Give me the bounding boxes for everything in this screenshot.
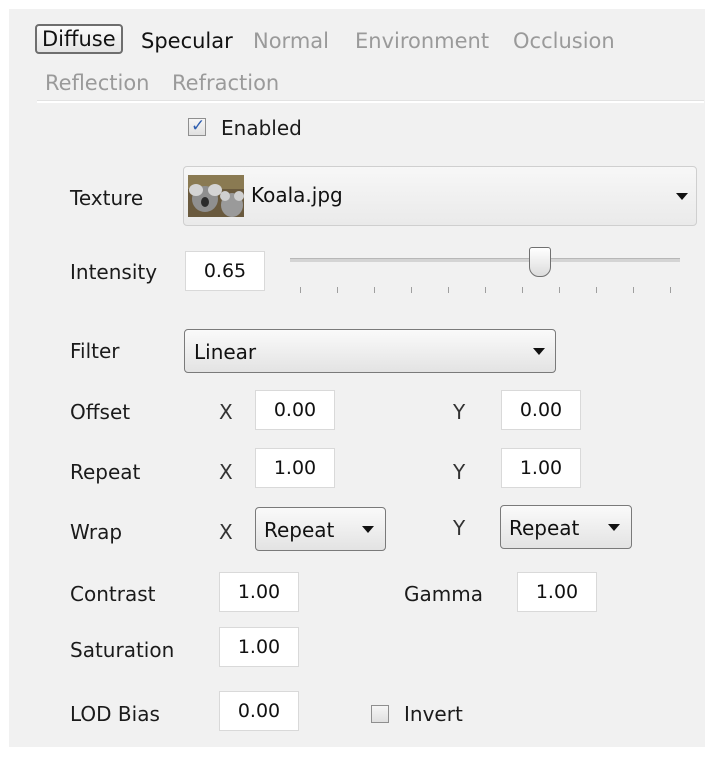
wrap-x-value: Repeat bbox=[264, 518, 335, 542]
filter-value: Linear bbox=[194, 340, 257, 364]
texture-label: Texture bbox=[70, 186, 144, 210]
repeat-x-field[interactable]: 1.00 bbox=[255, 448, 335, 488]
repeat-y-field[interactable]: 1.00 bbox=[501, 448, 581, 488]
tab-diffuse[interactable]: Diffuse bbox=[35, 24, 123, 54]
wrap-y-dropdown[interactable]: Repeat bbox=[500, 505, 632, 549]
gamma-field[interactable]: 1.00 bbox=[517, 572, 597, 612]
contrast-field[interactable]: 1.00 bbox=[219, 572, 299, 612]
intensity-label: Intensity bbox=[70, 260, 158, 284]
slider-tick bbox=[485, 287, 486, 293]
slider-tick bbox=[374, 287, 375, 293]
slider-tick bbox=[522, 287, 523, 293]
texture-dropdown[interactable]: Koala.jpg bbox=[183, 166, 697, 226]
offset-x-label: X bbox=[219, 400, 233, 424]
slider-tick bbox=[300, 287, 301, 293]
slider-tick bbox=[411, 287, 412, 293]
saturation-field[interactable]: 1.00 bbox=[219, 627, 299, 667]
lod-bias-field[interactable]: 0.00 bbox=[219, 691, 299, 731]
enabled-label: Enabled bbox=[221, 116, 302, 140]
check-icon: ✓ bbox=[191, 116, 206, 136]
gamma-label: Gamma bbox=[404, 582, 483, 606]
lod-bias-label: LOD Bias bbox=[70, 702, 160, 726]
saturation-label: Saturation bbox=[70, 638, 175, 662]
offset-y-label: Y bbox=[453, 400, 466, 424]
tab-separator bbox=[37, 100, 704, 103]
wrap-y-value: Repeat bbox=[509, 516, 580, 540]
enabled-checkbox[interactable]: ✓ bbox=[188, 116, 206, 136]
offset-x-field[interactable]: 0.00 bbox=[255, 390, 335, 430]
chevron-down-icon bbox=[362, 526, 374, 533]
tab-reflection[interactable]: Reflection bbox=[45, 70, 150, 96]
material-panel bbox=[9, 9, 705, 747]
slider-tick bbox=[559, 287, 560, 293]
filter-label: Filter bbox=[70, 339, 120, 363]
offset-label: Offset bbox=[70, 400, 131, 424]
tab-environment[interactable]: Environment bbox=[355, 28, 489, 54]
wrap-x-dropdown[interactable]: Repeat bbox=[255, 507, 386, 551]
chevron-down-icon bbox=[608, 524, 620, 531]
intensity-slider-thumb[interactable] bbox=[529, 247, 551, 277]
wrap-x-label: X bbox=[219, 520, 233, 544]
intensity-slider-track[interactable] bbox=[290, 258, 680, 262]
chevron-down-icon bbox=[533, 348, 545, 355]
tab-refraction[interactable]: Refraction bbox=[172, 70, 279, 96]
invert-label: Invert bbox=[404, 702, 463, 726]
contrast-label: Contrast bbox=[70, 582, 156, 606]
tab-specular[interactable]: Specular bbox=[141, 28, 233, 54]
repeat-label: Repeat bbox=[70, 460, 141, 484]
tab-normal[interactable]: Normal bbox=[253, 28, 329, 54]
repeat-x-label: X bbox=[219, 460, 233, 484]
offset-y-field[interactable]: 0.00 bbox=[501, 390, 581, 430]
slider-tick bbox=[633, 287, 634, 293]
wrap-y-label: Y bbox=[453, 516, 466, 540]
slider-tick bbox=[337, 287, 338, 293]
koala-thumbnail-icon bbox=[188, 175, 244, 217]
wrap-label: Wrap bbox=[70, 520, 123, 544]
intensity-field[interactable]: 0.65 bbox=[185, 251, 265, 291]
slider-tick bbox=[670, 287, 671, 293]
slider-tick bbox=[448, 287, 449, 293]
texture-value: Koala.jpg bbox=[251, 183, 343, 207]
tab-occlusion[interactable]: Occlusion bbox=[513, 28, 615, 54]
slider-tick bbox=[596, 287, 597, 293]
filter-dropdown[interactable]: Linear bbox=[184, 329, 556, 373]
repeat-y-label: Y bbox=[453, 460, 466, 484]
chevron-down-icon bbox=[676, 193, 688, 200]
invert-checkbox[interactable] bbox=[371, 705, 389, 723]
